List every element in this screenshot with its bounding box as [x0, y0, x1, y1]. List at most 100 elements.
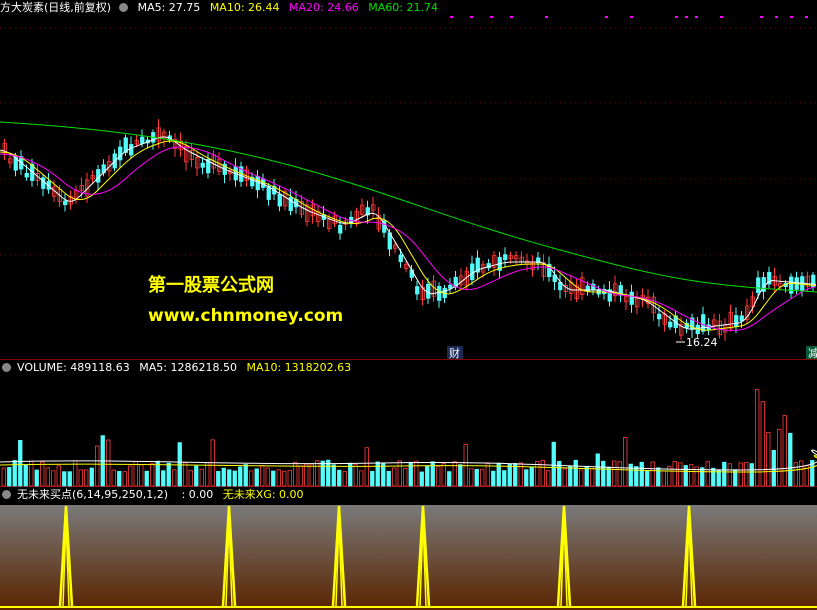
volume-bar	[425, 465, 430, 487]
volume-bar	[683, 465, 688, 487]
volume-bar	[623, 437, 628, 487]
volume-bar	[672, 461, 677, 487]
volume-bar	[309, 463, 314, 487]
volume-bar	[287, 470, 292, 487]
volume-bar	[485, 463, 490, 487]
volume-bar	[370, 470, 375, 487]
volume-bar	[584, 465, 589, 487]
candle-body	[470, 263, 475, 281]
volume-bar	[150, 463, 155, 487]
volume-bar	[711, 467, 716, 487]
volume-bar	[392, 467, 397, 487]
volume-bar	[67, 471, 72, 487]
volume-bar	[7, 466, 12, 487]
volume-bar	[546, 470, 551, 487]
ma20-line	[0, 146, 817, 331]
signal-tick	[605, 16, 608, 18]
volume-bar	[298, 465, 303, 487]
candle-body	[338, 224, 343, 234]
candle-body	[266, 185, 271, 200]
signal-tick	[510, 16, 513, 18]
volume-bar	[529, 466, 534, 487]
volume-bar	[40, 461, 45, 487]
volume-bar	[381, 463, 386, 487]
signal-tick	[490, 16, 493, 18]
volume-bar	[447, 471, 452, 487]
volume-bar	[161, 470, 166, 487]
volume-bar	[111, 469, 116, 487]
volume-bar	[463, 444, 468, 487]
candle-body	[63, 200, 68, 206]
volume-bar	[276, 469, 281, 487]
stock-chart-canvas[interactable]: 16.24 财 减	[0, 0, 817, 610]
volume-bar	[128, 465, 133, 487]
volume-bar	[606, 466, 611, 487]
volume-bar	[799, 460, 804, 487]
signal-tick	[790, 16, 793, 18]
volume-bar	[474, 468, 479, 487]
ma60-line	[0, 121, 817, 293]
volume-bar	[612, 460, 617, 487]
signal-tick	[545, 16, 548, 18]
volume-bar	[700, 467, 705, 487]
volume-bar	[590, 467, 595, 487]
volume-bar	[650, 461, 655, 487]
volume-bar	[639, 461, 644, 487]
volume-bar	[441, 463, 446, 487]
volume-bar	[595, 453, 600, 487]
volume-bar	[749, 463, 754, 487]
volume-bar	[144, 470, 149, 487]
candle-body	[398, 254, 403, 262]
volume-bar	[320, 460, 325, 487]
volume-bar	[535, 461, 540, 487]
candle-body	[118, 146, 123, 161]
volume-bar	[634, 466, 639, 487]
ma10-line	[0, 140, 817, 331]
volume-bar	[359, 470, 364, 487]
volume-bar	[271, 470, 276, 487]
volume-bar	[353, 464, 358, 487]
moving-average-lines	[0, 121, 817, 331]
candle-body	[756, 277, 761, 294]
signal-tick	[720, 16, 723, 18]
volume-bar	[18, 440, 23, 487]
volume-bar	[238, 466, 243, 487]
volume-bar	[95, 445, 100, 487]
candle-body	[668, 321, 673, 328]
signal-tick	[695, 16, 698, 18]
signal-tick	[760, 16, 763, 18]
low-price-label: 16.24	[686, 336, 718, 349]
volume-bar	[386, 470, 391, 487]
candle-body	[657, 313, 662, 320]
volume-bar	[265, 467, 270, 487]
volume-bar	[133, 461, 138, 487]
volume-bar	[106, 439, 111, 487]
volume-bar	[760, 401, 765, 487]
volume-bar	[573, 459, 578, 487]
candle-body	[503, 254, 508, 260]
volume-bar	[260, 465, 265, 487]
volume-bar	[793, 462, 798, 487]
volume-bar	[166, 462, 171, 487]
volume-bar	[678, 462, 683, 487]
volume-bar	[45, 467, 50, 487]
signal-tick	[630, 16, 633, 18]
watermark-url: www.chnmoney.com	[148, 306, 344, 326]
candle-body	[734, 315, 739, 328]
volume-bar	[414, 460, 419, 487]
volume-bar	[716, 469, 721, 487]
volume-bar	[342, 470, 347, 487]
volume-bar	[315, 460, 320, 487]
volume-bar	[628, 463, 633, 487]
volume-bars	[0, 389, 817, 487]
volume-bar	[194, 465, 199, 487]
volume-bar	[788, 432, 793, 487]
volume-bar	[722, 461, 727, 487]
volume-bar	[551, 441, 556, 487]
volume-bar	[62, 471, 67, 487]
signal-tick	[805, 16, 808, 18]
volume-bar	[84, 469, 89, 487]
volume-bar	[232, 470, 237, 487]
volume-bar	[364, 447, 369, 487]
volume-bar	[419, 471, 424, 487]
